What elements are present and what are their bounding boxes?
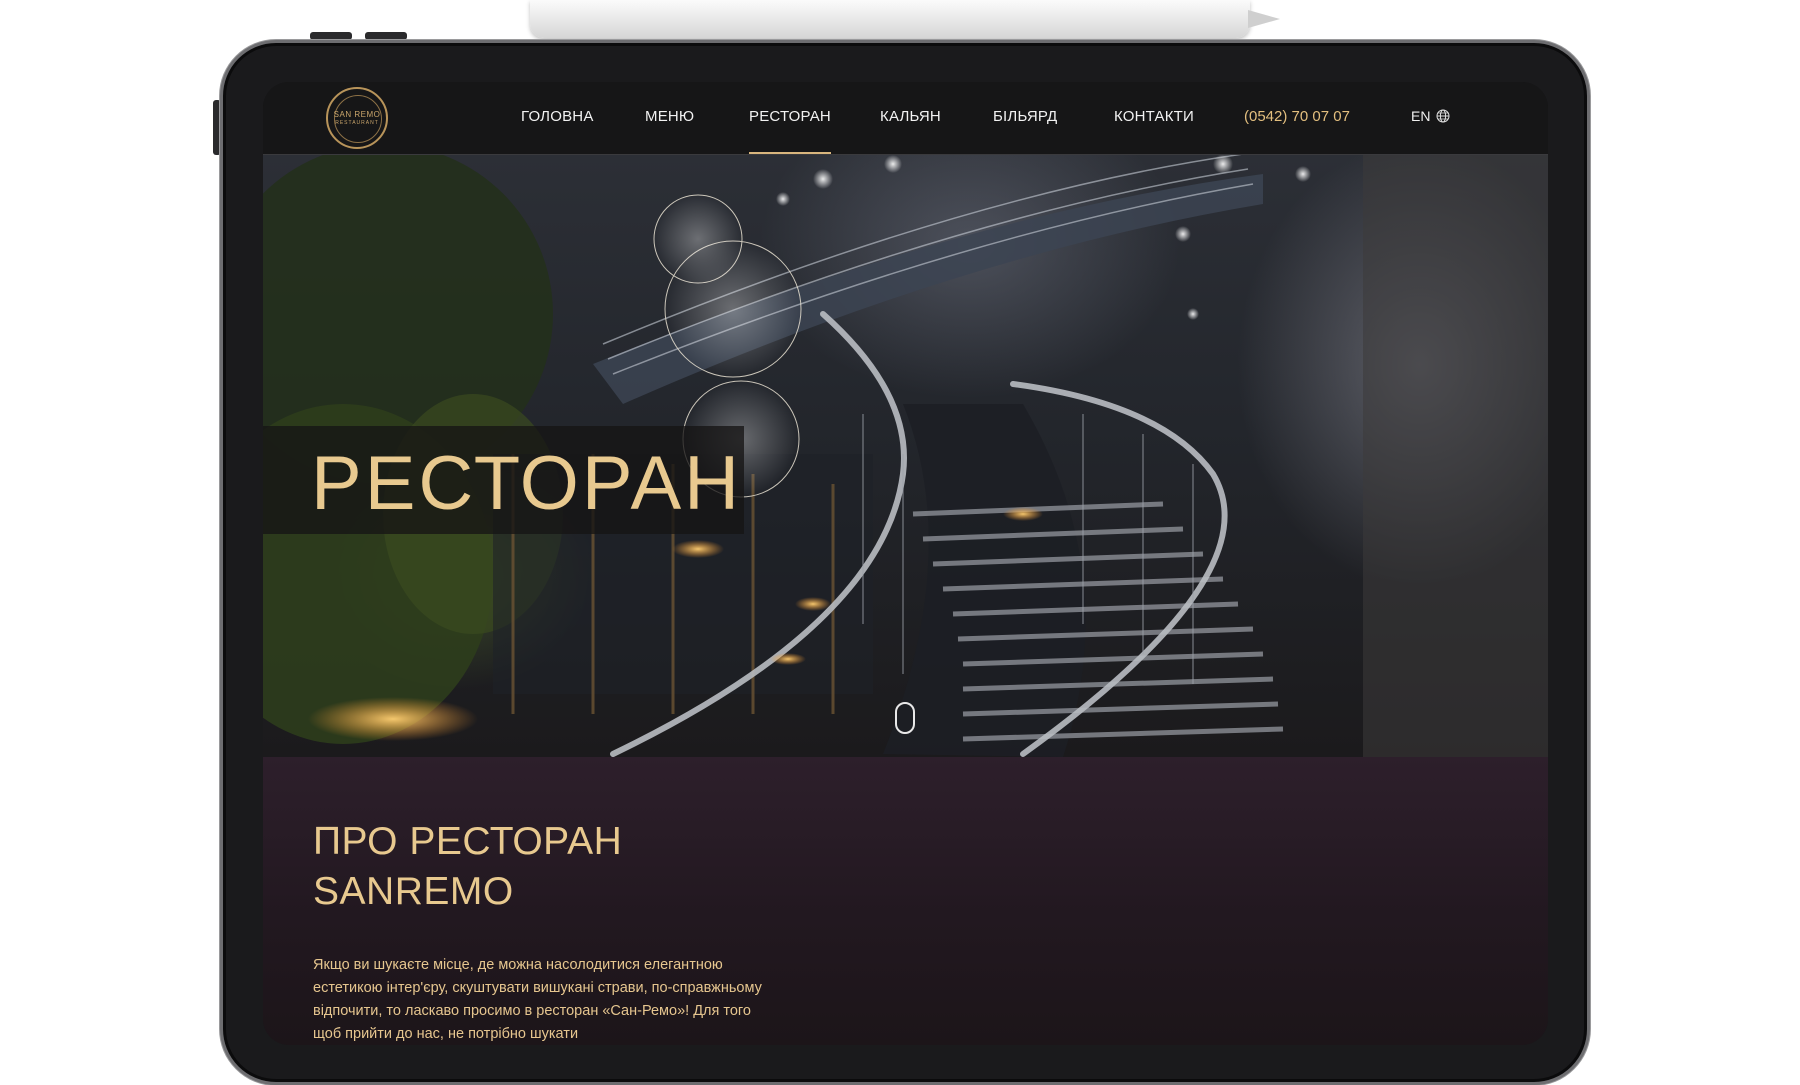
mouse-scroll-icon[interactable] [895, 702, 915, 734]
nav-item-restaurant[interactable]: РЕСТОРАН [749, 108, 831, 154]
about-section: ПРО РЕСТОРАН SANREMO Якщо ви шукаєте міс… [263, 757, 1548, 1045]
about-description: Якщо ви шукаєте місце, де можна насолоди… [313, 957, 762, 1042]
volume-button [365, 32, 407, 40]
apple-pencil [530, 0, 1250, 38]
sanremo-logo[interactable]: SAN REMO RESTAURANT [326, 87, 388, 149]
globe-icon [1436, 109, 1450, 123]
apple-pencil-tip [1248, 10, 1280, 28]
nav-item-menu[interactable]: МЕНЮ [645, 108, 694, 125]
nav-item-home[interactable]: ГОЛОВНА [521, 108, 594, 125]
language-switcher[interactable]: EN [1411, 108, 1450, 124]
volume-button [310, 32, 352, 40]
nav-item-hookah[interactable]: КАЛЬЯН [880, 108, 941, 125]
logo-subtitle: RESTAURANT [335, 120, 379, 126]
logo-name: SAN REMO [333, 110, 381, 119]
about-title-line: ПРО РЕСТОРАН [313, 820, 623, 863]
phone-number-link[interactable]: (0542) 70 07 07 [1244, 108, 1350, 125]
about-title-line: SANREMO [313, 870, 514, 913]
nav-item-contacts[interactable]: КОНТАКТИ [1114, 108, 1194, 125]
language-label: EN [1411, 108, 1431, 124]
page-title: РЕСТОРАН [311, 441, 743, 526]
hero-section: РЕСТОРАН [263, 154, 1548, 757]
logo-ring [334, 95, 382, 143]
site-header: SAN REMO RESTAURANT ГОЛОВНА МЕНЮ РЕСТОРА… [263, 82, 1548, 155]
nav-item-billiards[interactable]: БІЛЬЯРД [993, 108, 1057, 125]
hero-title-box: РЕСТОРАН [263, 426, 744, 534]
website-screen: SAN REMO RESTAURANT ГОЛОВНА МЕНЮ РЕСТОРА… [263, 82, 1548, 1045]
about-title: ПРО РЕСТОРАН SANREMO [313, 817, 913, 917]
